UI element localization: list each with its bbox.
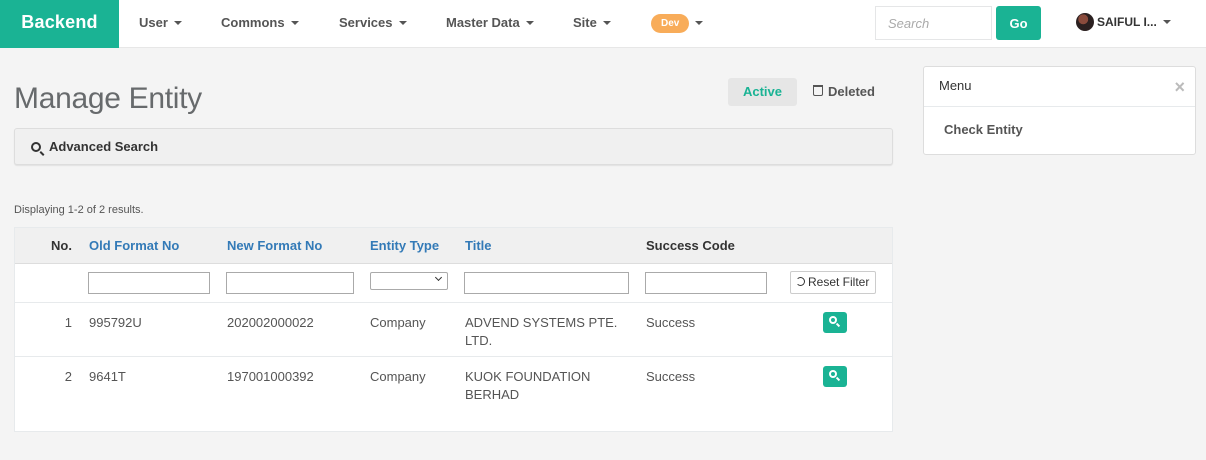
nav-services[interactable]: Services bbox=[339, 0, 407, 46]
undo-icon bbox=[796, 277, 805, 287]
nav-site-label: Site bbox=[573, 15, 597, 30]
tab-deleted[interactable]: Deleted bbox=[813, 78, 875, 106]
cell-no: 1 bbox=[64, 315, 72, 330]
cell-new-format-no: 197001000392 bbox=[227, 369, 314, 384]
nav-user[interactable]: User bbox=[139, 0, 182, 46]
nav-master-data-label: Master Data bbox=[446, 15, 520, 30]
side-menu-panel: Menu × Check Entity bbox=[923, 66, 1196, 155]
header-new-format-no[interactable]: New Format No bbox=[227, 228, 322, 264]
view-button[interactable] bbox=[823, 312, 847, 333]
results-summary: Displaying 1-2 of 2 results. bbox=[14, 204, 144, 216]
caret-down-icon bbox=[1162, 19, 1171, 24]
advanced-search-label: Advanced Search bbox=[49, 139, 159, 154]
header-success-code: Success Code bbox=[646, 238, 735, 253]
header-no: No. bbox=[51, 238, 72, 253]
entity-table: No. Old Format No New Format No Entity T… bbox=[14, 227, 893, 432]
cell-title: KUOK FOUNDATION BERHAD bbox=[465, 369, 591, 402]
env-badge: Dev bbox=[651, 14, 690, 34]
cell-entity-type: Company bbox=[370, 315, 426, 330]
user-name: SAIFUL I... bbox=[1097, 15, 1157, 29]
advanced-search-toggle[interactable]: Advanced Search bbox=[14, 128, 893, 165]
tab-deleted-label: Deleted bbox=[828, 84, 875, 99]
header-entity-type[interactable]: Entity Type bbox=[370, 228, 439, 264]
nav-services-label: Services bbox=[339, 15, 393, 30]
avatar bbox=[1076, 12, 1094, 31]
search-icon bbox=[829, 316, 837, 324]
nav-master-data[interactable]: Master Data bbox=[446, 0, 534, 46]
close-icon[interactable]: × bbox=[1174, 67, 1185, 107]
cell-success-code: Success bbox=[646, 369, 696, 384]
filter-entity-type[interactable] bbox=[370, 272, 448, 290]
caret-down-icon bbox=[173, 20, 182, 25]
page-title: Manage Entity bbox=[14, 82, 202, 115]
reset-filter-button[interactable]: Reset Filter bbox=[790, 271, 877, 294]
go-button[interactable]: Go bbox=[996, 6, 1041, 40]
nav-user-label: User bbox=[139, 15, 168, 30]
table-row: 1 995792U 202002000022 Company ADVEND SY… bbox=[15, 303, 892, 357]
cell-old-format-no: 9641T bbox=[89, 369, 126, 384]
search-input[interactable] bbox=[875, 6, 992, 40]
nav-env[interactable]: Dev bbox=[651, 0, 704, 46]
side-menu-title: Menu bbox=[939, 78, 972, 93]
cell-title: ADVEND SYSTEMS PTE. LTD. bbox=[465, 315, 618, 348]
nav-commons[interactable]: Commons bbox=[221, 0, 299, 46]
header-title[interactable]: Title bbox=[465, 228, 492, 264]
brand-logo[interactable]: Backend bbox=[0, 0, 119, 48]
cell-no: 2 bbox=[64, 369, 72, 384]
filter-row: Reset Filter bbox=[15, 264, 892, 303]
top-navbar: Backend User Commons Services Master Dat… bbox=[0, 0, 1206, 48]
check-entity-link[interactable]: Check Entity bbox=[924, 107, 1195, 153]
caret-down-icon bbox=[602, 20, 611, 25]
filter-new-format-no[interactable] bbox=[226, 272, 354, 294]
table-header: No. Old Format No New Format No Entity T… bbox=[15, 228, 892, 264]
cell-old-format-no: 995792U bbox=[89, 315, 142, 330]
cell-success-code: Success bbox=[646, 315, 696, 330]
reset-filter-label: Reset Filter bbox=[808, 275, 870, 289]
nav-site[interactable]: Site bbox=[573, 0, 611, 46]
cell-entity-type: Company bbox=[370, 369, 426, 384]
tab-active[interactable]: Active bbox=[728, 78, 797, 106]
caret-down-icon bbox=[290, 20, 299, 25]
search-icon bbox=[829, 370, 837, 378]
search-icon bbox=[31, 141, 41, 152]
filter-old-format-no[interactable] bbox=[88, 272, 210, 294]
trash-icon bbox=[813, 85, 823, 97]
caret-down-icon bbox=[525, 20, 534, 25]
cell-new-format-no: 202002000022 bbox=[227, 315, 314, 330]
filter-title[interactable] bbox=[464, 272, 629, 294]
caret-down-icon bbox=[695, 20, 704, 25]
table-row: 2 9641T 197001000392 Company KUOK FOUNDA… bbox=[15, 357, 892, 411]
nav-commons-label: Commons bbox=[221, 15, 285, 30]
chevron-down-icon bbox=[434, 273, 443, 282]
filter-success-code[interactable] bbox=[645, 272, 767, 294]
caret-down-icon bbox=[398, 20, 407, 25]
user-menu[interactable]: SAIFUL I... bbox=[1076, 0, 1171, 46]
side-menu-header: Menu × bbox=[924, 67, 1195, 107]
header-old-format-no[interactable]: Old Format No bbox=[89, 228, 179, 264]
view-button[interactable] bbox=[823, 366, 847, 387]
